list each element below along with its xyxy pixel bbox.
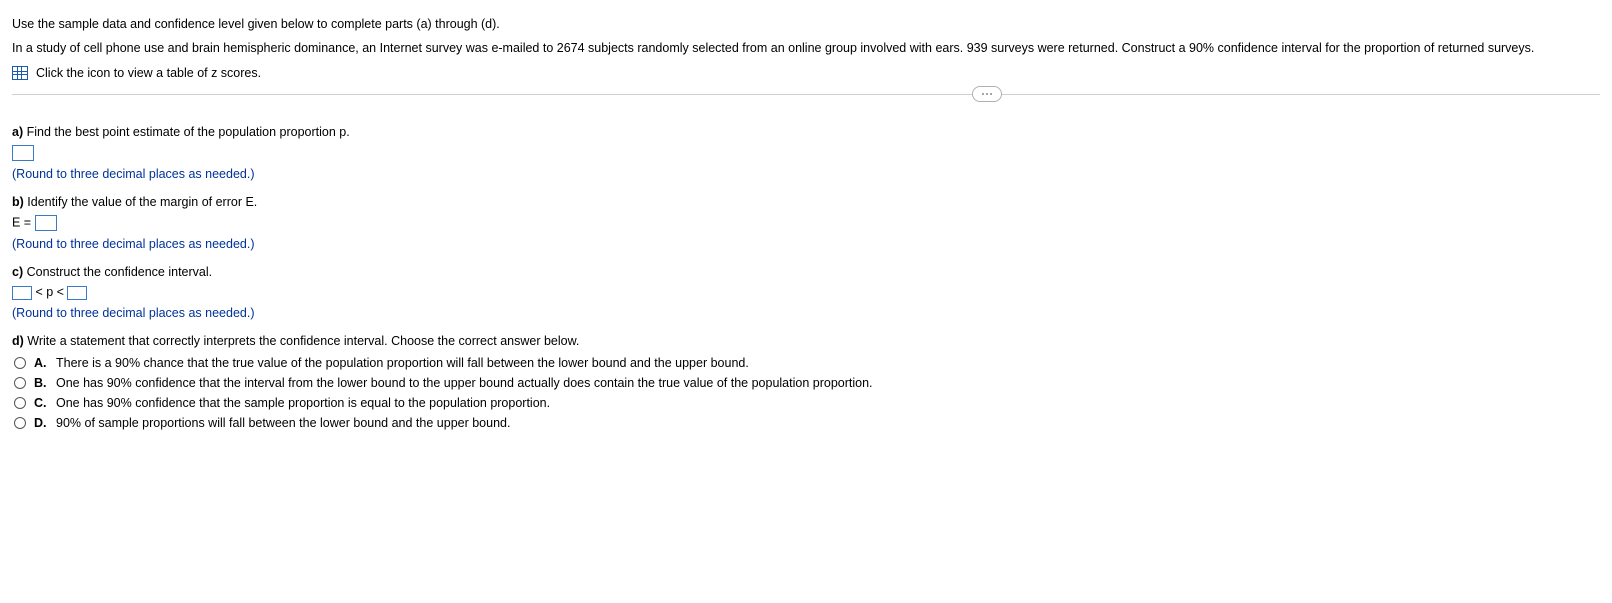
option-c-text: One has 90% confidence that the sample p… (56, 396, 550, 410)
instructions-line-1: Use the sample data and confidence level… (12, 14, 1600, 34)
part-b-note: (Round to three decimal places as needed… (12, 237, 1600, 251)
pill-dot (986, 93, 988, 95)
part-c-input-row: < p < (12, 285, 1600, 300)
part-a-label: a) (12, 125, 23, 139)
option-a-text: There is a 90% chance that the true valu… (56, 356, 749, 370)
part-a-input-row (12, 145, 1600, 161)
part-d-label: d) (12, 334, 24, 348)
option-a-row[interactable]: A. There is a 90% chance that the true v… (14, 356, 1600, 370)
part-c-prompt: c) Construct the confidence interval. (12, 265, 1600, 279)
instructions-line-2: In a study of cell phone use and brain h… (12, 38, 1600, 58)
part-d-prompt: d) Write a statement that correctly inte… (12, 334, 1600, 348)
pill-dot (982, 93, 984, 95)
part-a-text: Find the best point estimate of the popu… (23, 125, 350, 139)
part-c-note: (Round to three decimal places as needed… (12, 306, 1600, 320)
part-c-text: Construct the confidence interval. (23, 265, 212, 279)
option-c-row[interactable]: C. One has 90% confidence that the sampl… (14, 396, 1600, 410)
option-b-row[interactable]: B. One has 90% confidence that the inter… (14, 376, 1600, 390)
option-d-row[interactable]: D. 90% of sample proportions will fall b… (14, 416, 1600, 430)
radio-icon[interactable] (14, 417, 26, 429)
option-a-letter: A. (34, 356, 48, 370)
expand-pill[interactable] (972, 86, 1002, 102)
part-a-input[interactable] (12, 145, 34, 161)
radio-icon[interactable] (14, 357, 26, 369)
part-a-note: (Round to three decimal places as needed… (12, 167, 1600, 181)
part-c-label: c) (12, 265, 23, 279)
part-d: d) Write a statement that correctly inte… (12, 334, 1600, 430)
part-a: a) Find the best point estimate of the p… (12, 125, 1600, 181)
option-b-letter: B. (34, 376, 48, 390)
part-b-input[interactable] (35, 215, 57, 231)
option-c-letter: C. (34, 396, 48, 410)
part-b-input-row: E = (12, 215, 1600, 231)
part-d-options: A. There is a 90% chance that the true v… (14, 356, 1600, 430)
radio-icon[interactable] (14, 377, 26, 389)
part-a-prompt: a) Find the best point estimate of the p… (12, 125, 1600, 139)
option-d-text: 90% of sample proportions will fall betw… (56, 416, 510, 430)
question-page: Use the sample data and confidence level… (0, 0, 1612, 446)
part-c: c) Construct the confidence interval. < … (12, 265, 1600, 320)
part-c-upper-input[interactable] (67, 286, 87, 300)
z-table-link-row[interactable]: Click the icon to view a table of z scor… (12, 66, 1600, 80)
part-b-prompt: b) Identify the value of the margin of e… (12, 195, 1600, 209)
divider-line (12, 94, 1600, 95)
option-d-letter: D. (34, 416, 48, 430)
part-d-text: Write a statement that correctly interpr… (24, 334, 580, 348)
part-b-text: Identify the value of the margin of erro… (24, 195, 257, 209)
part-c-mid: < p < (32, 285, 67, 299)
section-divider (12, 94, 1600, 95)
part-b: b) Identify the value of the margin of e… (12, 195, 1600, 251)
option-b-text: One has 90% confidence that the interval… (56, 376, 873, 390)
radio-icon[interactable] (14, 397, 26, 409)
part-b-label: b) (12, 195, 24, 209)
z-table-link-text[interactable]: Click the icon to view a table of z scor… (36, 66, 261, 80)
part-b-prefix: E = (12, 215, 35, 229)
table-icon[interactable] (12, 66, 28, 80)
pill-dot (990, 93, 992, 95)
part-c-lower-input[interactable] (12, 286, 32, 300)
